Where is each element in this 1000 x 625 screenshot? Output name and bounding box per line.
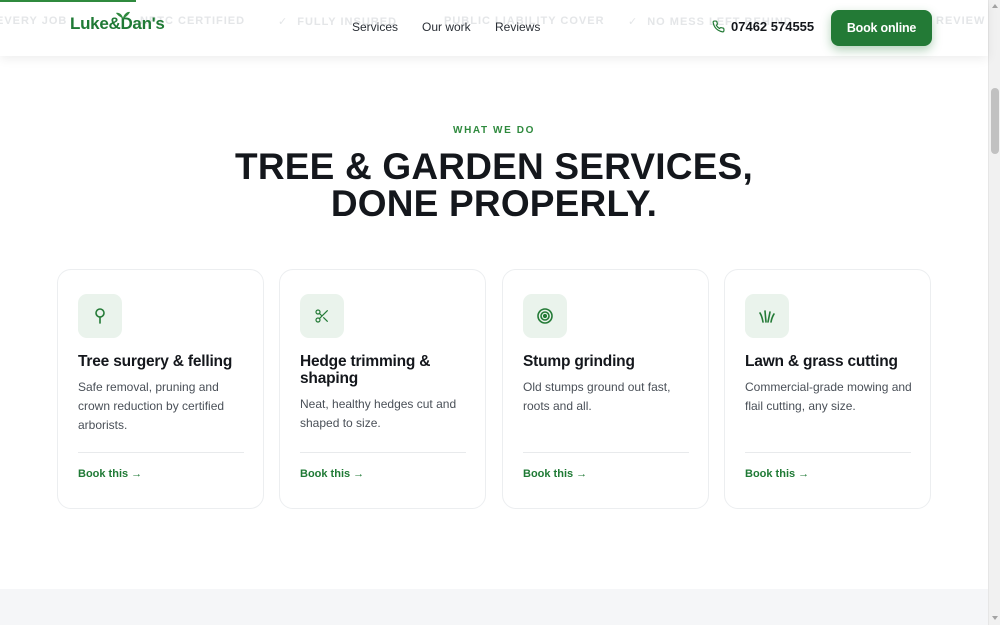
scroll-up-arrow-icon[interactable]: [992, 4, 998, 8]
headline-line-1: TREE & GARDEN SERVICES,: [235, 146, 753, 187]
book-online-button[interactable]: Book online: [831, 10, 932, 46]
nav-our-work[interactable]: Our work: [422, 20, 471, 34]
card-description: Commercial-grade mowing and flail cuttin…: [745, 380, 912, 413]
ticker-item: EVERY JOB: [0, 15, 68, 27]
next-section-band: [0, 589, 988, 625]
card-title: Lawn & grass cutting: [745, 353, 898, 370]
card-description: Safe removal, pruning and crown reductio…: [78, 380, 225, 432]
scroll-progress-bar: [0, 0, 136, 2]
card-title: Stump grinding: [523, 353, 635, 370]
scrollbar-thumb[interactable]: [991, 88, 999, 154]
phone-number: 07462 574555: [731, 19, 815, 34]
section-eyebrow: WHAT WE DO: [453, 125, 535, 136]
card-description: Neat, healthy hedges cut and shaped to s…: [300, 397, 457, 430]
check-icon: ✓: [278, 16, 289, 28]
page-scrollbar[interactable]: [988, 0, 1000, 625]
service-card-hedge-trimming: Hedge trimming & shaping Neat, healthy h…: [279, 269, 486, 509]
book-this-link[interactable]: Book this →: [300, 468, 364, 480]
ticker-item: REVIEW: [936, 15, 986, 27]
leaf-icon: [116, 11, 130, 19]
grass-icon: [745, 294, 789, 338]
card-title: Hedge trimming & shaping: [300, 353, 431, 387]
card-divider: [78, 452, 244, 453]
check-icon: ✓: [628, 16, 639, 28]
card-divider: [300, 452, 466, 453]
target-icon: [523, 294, 567, 338]
scroll-down-arrow-icon[interactable]: [992, 616, 998, 620]
scissors-icon: [300, 294, 344, 338]
card-description: Old stumps ground out fast, roots and al…: [523, 380, 671, 413]
section-headline: TREE & GARDEN SERVICES, DONE PROPERLY.: [0, 148, 988, 222]
nav-services[interactable]: Services: [352, 20, 398, 34]
card-title: Tree surgery & felling: [78, 353, 233, 370]
card-divider: [745, 452, 911, 453]
service-card-tree-surgery: Tree surgery & felling Safe removal, pru…: [57, 269, 264, 509]
book-this-link[interactable]: Book this →: [78, 468, 142, 480]
tree-icon: [78, 294, 122, 338]
nav-reviews[interactable]: Reviews: [495, 20, 540, 34]
phone-icon: [712, 20, 725, 33]
service-card-lawn-cutting: Lawn & grass cutting Commercial-grade mo…: [724, 269, 931, 509]
book-this-link[interactable]: Book this →: [745, 468, 809, 480]
headline-line-2: DONE PROPERLY.: [330, 183, 658, 224]
book-this-link[interactable]: Book this →: [523, 468, 587, 480]
site-header: EVERY JOB NPTC CERTIFIED ✓ FULLY INSURED …: [0, 0, 988, 56]
card-divider: [523, 452, 689, 453]
service-card-stump-grinding: Stump grinding Old stumps ground out fas…: [502, 269, 709, 509]
phone-link[interactable]: 07462 574555: [712, 19, 814, 34]
site-logo[interactable]: Luke&Dan's: [70, 11, 165, 40]
